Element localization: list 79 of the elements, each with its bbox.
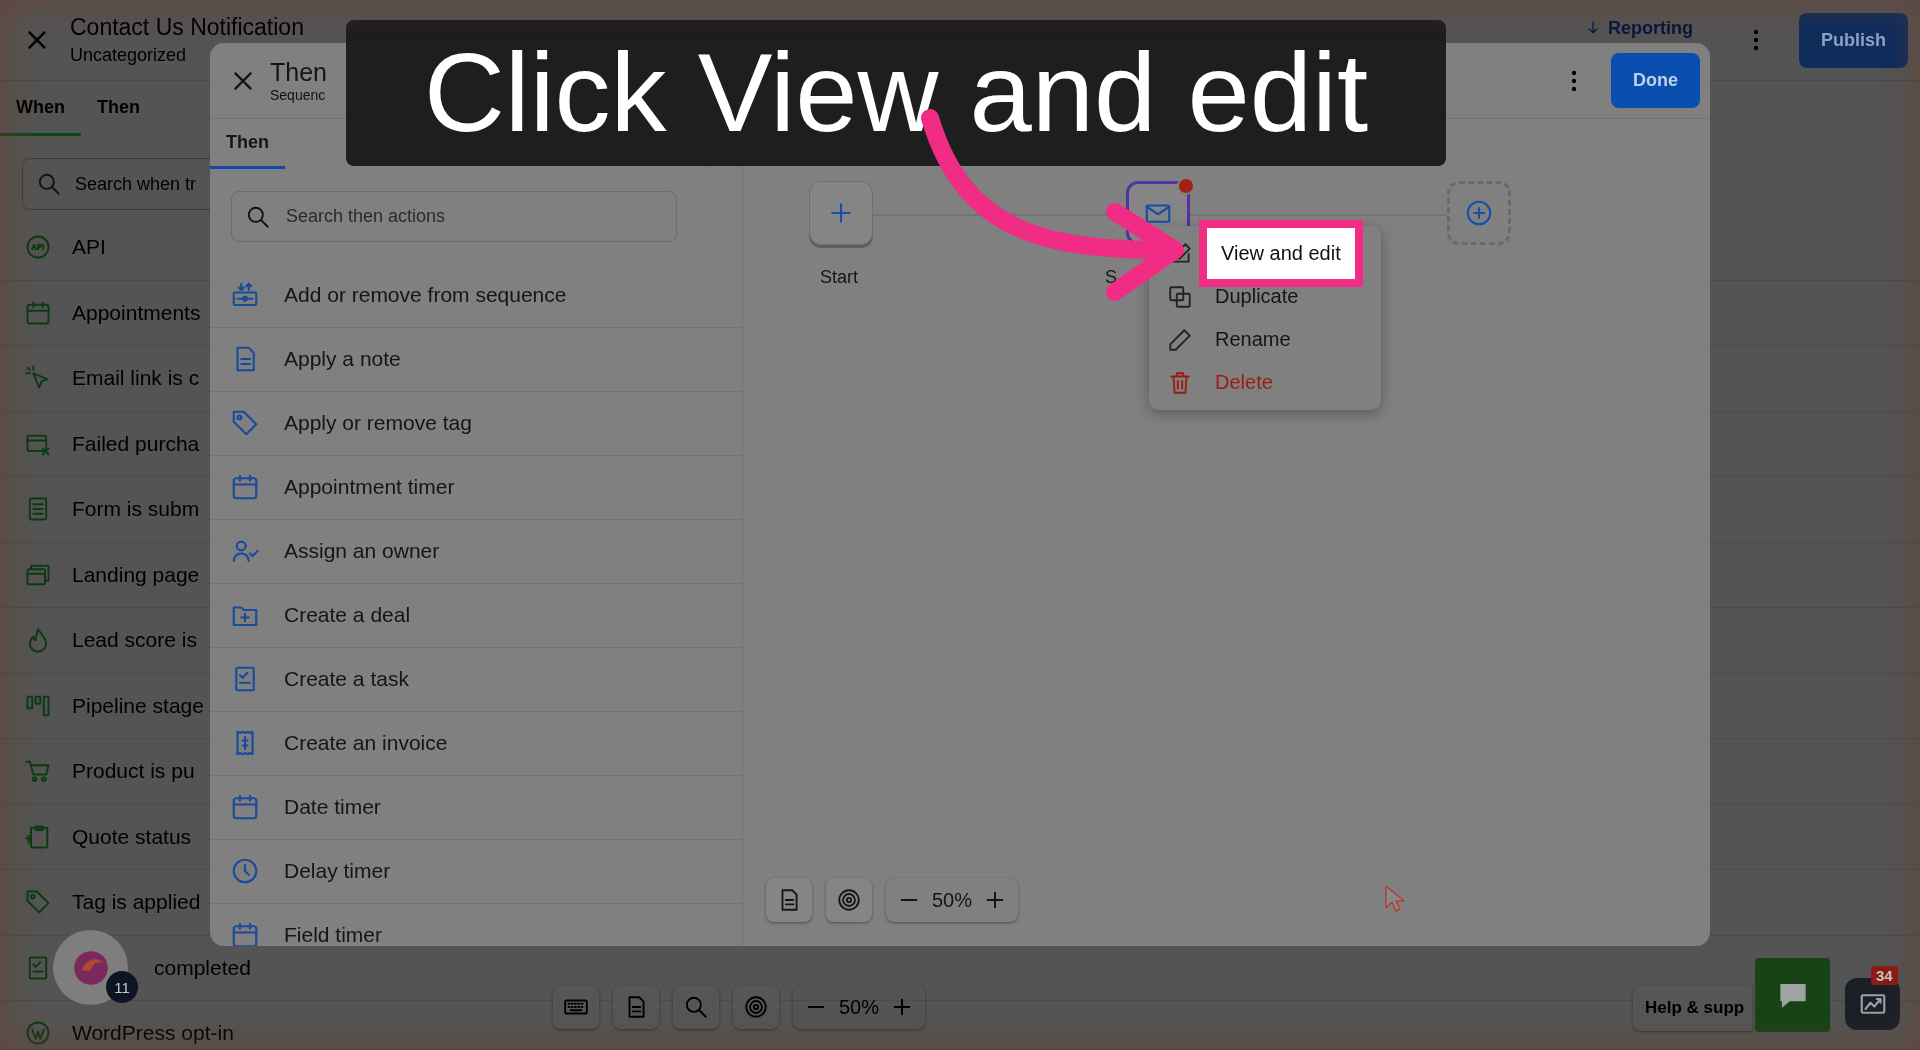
action-item[interactable]: Apply or remove tag — [210, 391, 742, 456]
add-node[interactable] — [1447, 181, 1511, 245]
node-label: S — [1105, 267, 1117, 288]
action-label: Date timer — [284, 795, 381, 820]
trigger-item[interactable]: Form is subm — [72, 497, 200, 522]
dialog-title: Then — [270, 58, 327, 87]
action-label: Appointment timer — [284, 475, 455, 500]
page-subtitle: Uncategorized — [70, 45, 188, 66]
search-field[interactable]: Search then actions — [231, 191, 677, 242]
search-icon — [36, 171, 62, 197]
trash-icon — [1167, 369, 1193, 396]
trigger-item[interactable]: Failed purcha — [72, 431, 200, 456]
action-label: Create a deal — [284, 603, 411, 628]
trigger-item[interactable]: API — [72, 235, 106, 260]
start-node[interactable] — [809, 181, 873, 245]
action-item[interactable]: Assign an owner — [210, 519, 742, 584]
action-label: Apply a note — [284, 347, 401, 372]
pencil-icon — [1167, 326, 1193, 353]
trigger-item[interactable]: Pipeline stage — [72, 693, 204, 718]
chat-button[interactable] — [1755, 958, 1830, 1032]
more-icon[interactable] — [1571, 68, 1577, 93]
trigger-item[interactable]: Tag is applied — [72, 890, 201, 915]
plus-circle-icon — [1464, 198, 1494, 228]
page-title: Contact Us Notification — [70, 14, 304, 41]
document-button[interactable] — [766, 878, 812, 922]
target-icon — [836, 887, 862, 913]
done-button[interactable]: Done — [1611, 53, 1700, 108]
action-item[interactable]: Create a task — [210, 647, 742, 712]
action-label: Add or remove from sequence — [284, 283, 567, 308]
action-item[interactable]: Date timer — [210, 775, 742, 840]
calendar-icon — [230, 920, 260, 946]
keyboard-button[interactable] — [553, 985, 599, 1029]
trigger-item[interactable]: Quote status — [72, 824, 192, 849]
action-item[interactable]: Create a deal — [210, 583, 742, 648]
tab[interactable]: Then — [81, 81, 156, 136]
action-label: Create a task — [284, 667, 409, 692]
action-label: Assign an owner — [284, 539, 440, 564]
trigger-item[interactable]: completed — [154, 955, 251, 980]
target-icon — [743, 994, 769, 1020]
reporting-link[interactable]: Reporting — [1584, 18, 1693, 39]
action-label: Field timer — [284, 923, 383, 946]
action-item[interactable]: Add or remove from sequence — [210, 263, 742, 328]
menu-item[interactable]: Duplicate — [1207, 279, 1307, 314]
tab[interactable]: When — [0, 81, 81, 136]
trigger-item[interactable]: Lead score is — [72, 628, 197, 653]
more-icon[interactable] — [1753, 28, 1759, 52]
action-item[interactable]: Delay timer — [210, 839, 742, 904]
copy-icon — [1167, 283, 1193, 310]
document-button[interactable] — [613, 985, 659, 1029]
action-item[interactable]: Field timer — [210, 903, 742, 946]
search-button[interactable] — [673, 985, 719, 1029]
help-button[interactable]: Help & supp — [1633, 985, 1753, 1031]
action-label: Create an invoice — [284, 731, 448, 756]
action-label: Delay timer — [284, 859, 391, 884]
trigger-item[interactable]: Product is pu — [72, 759, 195, 784]
trigger-item[interactable]: WordPress opt-in — [72, 1021, 234, 1046]
action-label: Apply or remove tag — [284, 411, 472, 436]
search-icon — [683, 994, 709, 1020]
dialog-subtitle: Sequenc — [270, 87, 327, 103]
mouse-pointer-icon — [1383, 884, 1407, 914]
node-label: Start — [820, 267, 858, 288]
search-icon — [245, 204, 271, 231]
action-item[interactable]: Appointment timer — [210, 455, 742, 520]
action-item[interactable]: Create an invoice — [210, 711, 742, 776]
zoom-level: 50% — [839, 995, 880, 1019]
menu-item[interactable]: Delete — [1207, 365, 1281, 400]
tab[interactable]: Then — [210, 119, 285, 170]
publish-button[interactable]: Publish — [1799, 12, 1908, 68]
caption-banner: Click View and edit — [346, 20, 1446, 166]
trigger-item[interactable]: Appointments — [72, 300, 201, 325]
zoom-level: 50% — [932, 888, 973, 912]
target-button[interactable] — [826, 878, 872, 922]
menu-item[interactable]: Rename — [1207, 322, 1299, 357]
trigger-item[interactable]: Email link is c — [72, 366, 200, 391]
action-item[interactable]: Apply a note — [210, 327, 742, 392]
count-badge: 11 — [106, 971, 138, 1003]
trigger-item[interactable]: Landing page — [72, 562, 200, 587]
target-button[interactable] — [733, 985, 779, 1029]
notification-badge: 34 — [1871, 966, 1898, 985]
